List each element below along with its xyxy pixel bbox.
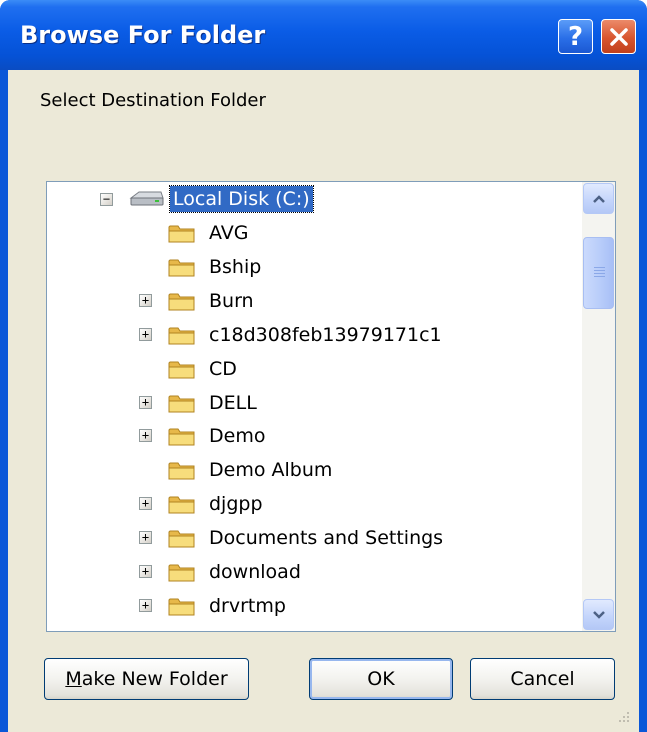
- expand-toggle[interactable]: +: [139, 531, 152, 545]
- close-button[interactable]: [601, 19, 636, 54]
- collapse-toggle[interactable]: −: [100, 193, 113, 206]
- drive-icon: [129, 191, 164, 206]
- cancel-button[interactable]: Cancel: [470, 658, 615, 700]
- dialog-body: Select Destination Folder − Local Disk (…: [8, 70, 639, 732]
- help-button[interactable]: ?: [558, 19, 593, 54]
- folder-icon: [168, 225, 195, 243]
- tree-item-label[interactable]: drvrtmp: [209, 593, 286, 619]
- folder-icon: [168, 361, 195, 379]
- tree-item-label[interactable]: Documents and Settings: [209, 525, 443, 551]
- expand-toggle[interactable]: +: [139, 497, 152, 511]
- tree-item-label[interactable]: c18d308feb13979171c1: [209, 322, 442, 348]
- folder-icon: [168, 598, 195, 616]
- tree-item-label[interactable]: DELL: [209, 390, 257, 416]
- tree-item[interactable]: CD: [47, 352, 577, 386]
- tree-item-label[interactable]: CD: [209, 356, 237, 382]
- tree-item-label[interactable]: Demo: [209, 423, 265, 449]
- tree-item[interactable]: + Demo: [47, 419, 577, 453]
- make-new-folder-button[interactable]: Make New Folder: [44, 658, 249, 700]
- folder-icon: [168, 530, 195, 548]
- tree-item-label[interactable]: Burn: [209, 288, 254, 314]
- browse-for-folder-dialog: Browse For Folder ? Select Destination F…: [0, 0, 647, 732]
- tree-item[interactable]: + download: [47, 555, 577, 589]
- vertical-scrollbar[interactable]: [582, 182, 615, 631]
- folder-icon: [168, 462, 195, 480]
- instruction-label: Select Destination Folder: [40, 90, 266, 111]
- folder-icon: [168, 564, 195, 582]
- tree-item[interactable]: + drvrtmp: [47, 589, 577, 623]
- tree-item[interactable]: + Documents and Settings: [47, 521, 577, 555]
- close-icon: [609, 27, 628, 46]
- tree-item[interactable]: Bship: [47, 250, 577, 284]
- chevron-up-icon: [592, 194, 605, 203]
- expand-toggle[interactable]: +: [139, 293, 152, 307]
- expand-toggle[interactable]: +: [139, 565, 152, 578]
- tree-item-label[interactable]: djgpp: [209, 491, 263, 517]
- folder-icon: [168, 259, 195, 277]
- tree-root-row[interactable]: − Local Disk (C:): [47, 182, 577, 216]
- scroll-up-button[interactable]: [583, 183, 614, 214]
- tree-item-label[interactable]: download: [209, 559, 301, 585]
- tree-item[interactable]: AVG: [47, 216, 577, 250]
- tree-item-label[interactable]: AVG: [209, 220, 249, 246]
- tree-item[interactable]: + DELL: [47, 386, 577, 420]
- expand-toggle[interactable]: +: [139, 598, 152, 612]
- expand-toggle[interactable]: +: [139, 395, 152, 409]
- tree-item[interactable]: + Burn: [47, 284, 577, 318]
- expand-toggle[interactable]: +: [139, 327, 152, 341]
- tree-item[interactable]: Demo Album: [47, 453, 577, 487]
- tree-item[interactable]: + djgpp: [47, 487, 577, 521]
- folder-icon: [168, 327, 195, 345]
- title-bar[interactable]: Browse For Folder ?: [0, 0, 647, 70]
- tree-root-label[interactable]: Local Disk (C:): [169, 185, 314, 213]
- folder-icon: [168, 428, 195, 446]
- chevron-down-icon: [592, 610, 605, 619]
- folder-icon: [168, 293, 195, 311]
- resize-grip-icon[interactable]: [615, 708, 631, 724]
- window-title: Browse For Folder: [20, 21, 266, 49]
- expand-toggle[interactable]: +: [139, 429, 152, 443]
- tree-item-label[interactable]: Bship: [209, 254, 261, 280]
- folder-tree[interactable]: − Local Disk (C:) AVG Bship + Burn + c18d308f…: [46, 181, 616, 632]
- folder-icon: [168, 496, 195, 514]
- folder-icon: [168, 395, 195, 412]
- ok-button[interactable]: OK: [309, 658, 453, 700]
- help-icon: ?: [567, 21, 584, 52]
- tree-item[interactable]: + c18d308feb13979171c1: [47, 318, 577, 352]
- scroll-down-button[interactable]: [583, 599, 614, 630]
- tree-item-label[interactable]: Demo Album: [209, 457, 332, 483]
- scroll-thumb[interactable]: [583, 237, 614, 309]
